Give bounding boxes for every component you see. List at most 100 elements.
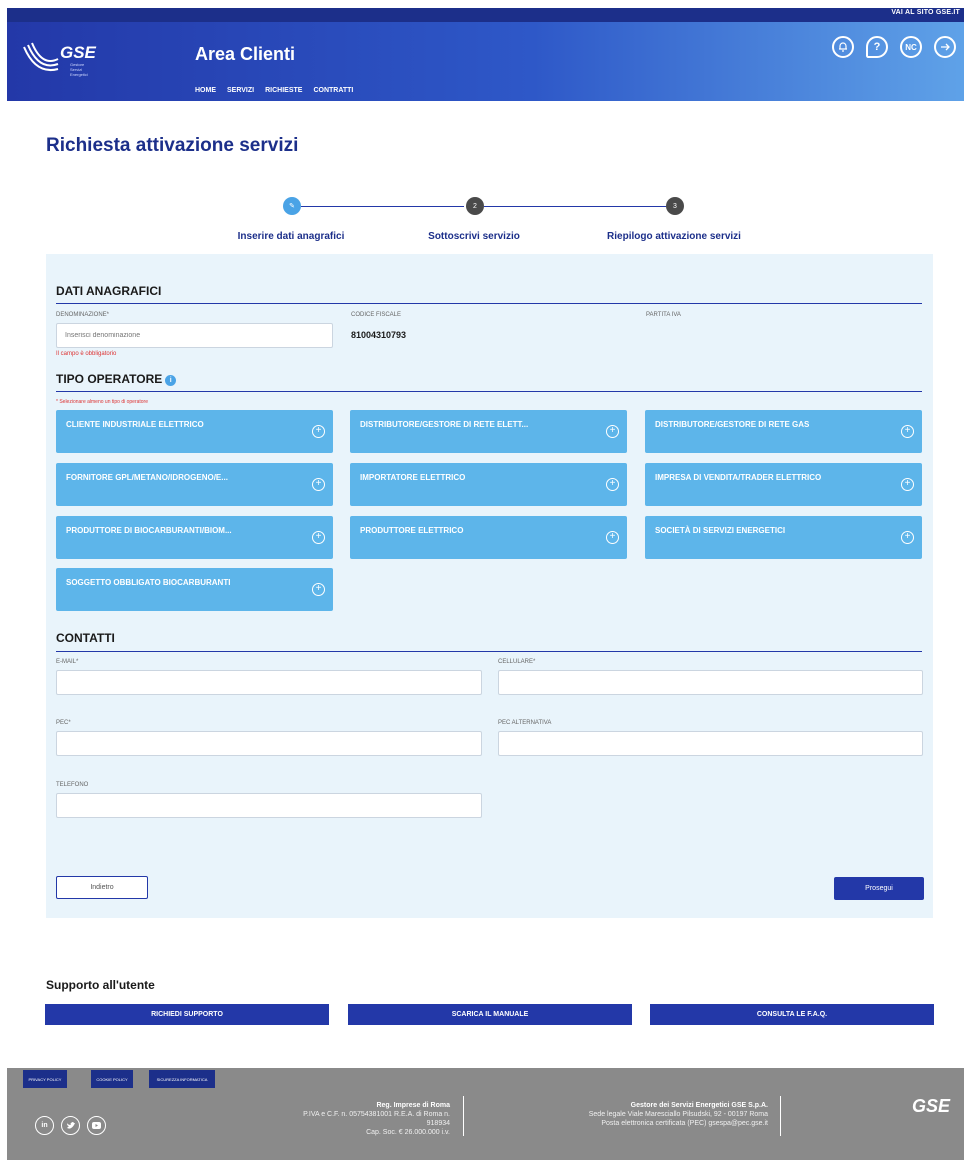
operator-card[interactable]: SOCIETÀ DI SERVIZI ENERGETICI + <box>645 516 922 559</box>
company-line: Sede legale Viale Maresciallo Pilsudski,… <box>588 1111 768 1118</box>
header-icons: ? NC <box>832 36 956 58</box>
support-title: Supporto all'utente <box>46 978 155 992</box>
operator-card[interactable]: PRODUTTORE ELETTRICO + <box>350 516 627 559</box>
footer-divider <box>780 1096 781 1136</box>
operator-card-label: PRODUTTORE ELETTRICO <box>360 526 464 535</box>
denominazione-input[interactable] <box>56 323 333 348</box>
pec-field[interactable] <box>56 731 482 756</box>
operator-card[interactable]: DISTRIBUTORE/GESTORE DI RETE ELETT... + <box>350 410 627 453</box>
plus-circle-icon: + <box>312 425 325 438</box>
next-button[interactable]: Prosegui <box>834 877 924 900</box>
gse-logo[interactable]: GSE Gestore Servizi Energetici <box>22 39 96 83</box>
pec-label: PEC* <box>56 720 71 726</box>
faq-button[interactable]: CONSULTA LE F.A.Q. <box>650 1004 934 1025</box>
operator-card-label: CLIENTE INDUSTRIALE ELETTRICO <box>66 420 204 429</box>
operator-card[interactable]: PRODUTTORE DI BIOCARBURANTI/BIOM... + <box>56 516 333 559</box>
operator-card[interactable]: CLIENTE INDUSTRIALE ELETTRICO + <box>56 410 333 453</box>
back-button[interactable]: Indietro <box>56 876 148 899</box>
denominazione-label: DENOMINAZIONE* <box>56 312 110 318</box>
privacy-policy-link[interactable]: PRIVACY POLICY <box>23 1070 67 1088</box>
plus-circle-icon: + <box>312 478 325 491</box>
registry-line: 918934 <box>426 1120 450 1127</box>
nav-servizi[interactable]: SERVIZI <box>227 87 254 94</box>
operator-card-label: DISTRIBUTORE/GESTORE DI RETE GAS <box>655 420 810 429</box>
step-1-label: Inserire dati anagrafici <box>237 231 345 242</box>
operatore-hint: * Selezionare almeno un tipo di operator… <box>56 399 149 405</box>
plus-circle-icon: + <box>312 583 325 596</box>
app-title: Area Clienti <box>195 44 296 64</box>
operator-card-label: PRODUTTORE DI BIOCARBURANTI/BIOM... <box>66 526 232 535</box>
logo-subtext: Gestore Servizi Energetici <box>70 62 88 77</box>
pec-alternativa-label: PEC ALTERNATIVA <box>498 720 552 726</box>
codice-fiscale-value: 81004310793 <box>351 330 407 340</box>
registry-line: P.IVA e C.F. n. 05754381001 R.E.A. di Ro… <box>303 1111 450 1118</box>
email-label: E-MAIL* <box>56 659 79 665</box>
codice-fiscale-label: CODICE FISCALE <box>351 312 402 318</box>
linkedin-icon[interactable]: in <box>35 1116 54 1135</box>
tipo-operatore-text: TIPO OPERATORE <box>56 372 163 386</box>
stepper: ✎ 2 3 Inserire dati anagrafici Sottoscri… <box>0 195 965 245</box>
gse-site-link[interactable]: VAI AL SITO GSE.IT <box>891 9 960 16</box>
operator-card-label: IMPORTATORE ELETTRICO <box>360 473 466 482</box>
download-manual-button[interactable]: SCARICA IL MANUALE <box>348 1004 632 1025</box>
registry-line: Cap. Soc. € 26.000.000 i.v. <box>366 1129 450 1136</box>
operator-card-label: IMPRESA DI VENDITA/TRADER ELETTRICO <box>655 473 822 482</box>
telefono-label: TELEFONO <box>56 782 89 788</box>
plus-circle-icon: + <box>606 425 619 438</box>
logo-text: GSE <box>60 43 96 62</box>
nav-contratti[interactable]: CONTRATTI <box>313 87 353 94</box>
header: GSE Gestore Servizi Energetici Area Clie… <box>7 22 964 101</box>
footer-divider <box>463 1096 464 1136</box>
operator-card-label: FORNITORE GPL/METANO/IDROGENO/E... <box>66 473 228 482</box>
nav-richieste[interactable]: RICHIESTE <box>265 87 302 94</box>
security-link[interactable]: SICUREZZA INFORMATICA <box>149 1070 215 1088</box>
operator-card[interactable]: FORNITORE GPL/METANO/IDROGENO/E... + <box>56 463 333 506</box>
youtube-icon[interactable] <box>87 1116 106 1135</box>
denominazione-error: Il campo è obbligatorio <box>56 351 117 357</box>
info-icon[interactable]: i <box>165 375 177 386</box>
operator-card[interactable]: SOGGETTO OBBLIGATO BIOCARBURANTI + <box>56 568 333 611</box>
partita-iva-label: PARTITA IVA <box>646 312 681 318</box>
operator-card-label: SOGGETTO OBBLIGATO BIOCARBURANTI <box>66 578 231 587</box>
cookie-policy-link[interactable]: COOKIE POLICY <box>91 1070 133 1088</box>
registry-title: Reg. Imprese di Roma <box>376 1102 450 1109</box>
plus-circle-icon: + <box>901 425 914 438</box>
section-divider <box>56 303 922 304</box>
registry-info: Reg. Imprese di Roma P.IVA e C.F. n. 057… <box>232 1101 450 1137</box>
dati-anagrafici-heading: DATI ANAGRAFICI <box>56 284 162 298</box>
footer-gse-logo[interactable]: GSE <box>912 1096 950 1117</box>
company-title: Gestore dei Servizi Energetici GSE S.p.A… <box>630 1102 768 1109</box>
contatti-heading: CONTATTI <box>56 631 115 645</box>
plus-circle-icon: + <box>606 531 619 544</box>
plus-circle-icon: + <box>312 531 325 544</box>
step-2-label: Sottoscrivi servizio <box>428 231 520 242</box>
plus-circle-icon: + <box>606 478 619 491</box>
gse-swoosh-icon <box>23 42 59 71</box>
tipo-operatore-heading: TIPO OPERATORE i <box>56 372 177 386</box>
logout-icon[interactable] <box>934 36 956 58</box>
telefono-field[interactable] <box>56 793 482 818</box>
nav-home[interactable]: HOME <box>195 87 216 94</box>
footer: PRIVACY POLICY COOKIE POLICY SICUREZZA I… <box>7 1068 964 1160</box>
step-1-dot: ✎ <box>283 197 301 215</box>
form-panel: DATI ANAGRAFICI DENOMINAZIONE* Il campo … <box>46 254 933 918</box>
section-divider <box>56 391 922 392</box>
company-line: Posta elettronica certificata (PEC) gses… <box>601 1120 768 1127</box>
operator-card-label: SOCIETÀ DI SERVIZI ENERGETICI <box>655 526 786 535</box>
operator-card-label: DISTRIBUTORE/GESTORE DI RETE ELETT... <box>360 420 529 429</box>
section-divider <box>56 651 922 652</box>
operator-card[interactable]: IMPORTATORE ELETTRICO + <box>350 463 627 506</box>
request-support-button[interactable]: RICHIEDI SUPPORTO <box>45 1004 329 1025</box>
step-3-dot: 3 <box>666 197 684 215</box>
top-bar: VAI AL SITO GSE.IT <box>7 8 964 22</box>
email-field[interactable] <box>56 670 482 695</box>
cellulare-field[interactable] <box>498 670 923 695</box>
operator-card[interactable]: DISTRIBUTORE/GESTORE DI RETE GAS + <box>645 410 922 453</box>
bell-icon[interactable] <box>832 36 854 58</box>
plus-circle-icon: + <box>901 478 914 491</box>
help-chat-icon[interactable]: ? <box>866 36 888 58</box>
twitter-icon[interactable] <box>61 1116 80 1135</box>
nc-icon[interactable]: NC <box>900 36 922 58</box>
pec-alternativa-field[interactable] <box>498 731 923 756</box>
operator-card[interactable]: IMPRESA DI VENDITA/TRADER ELETTRICO + <box>645 463 922 506</box>
